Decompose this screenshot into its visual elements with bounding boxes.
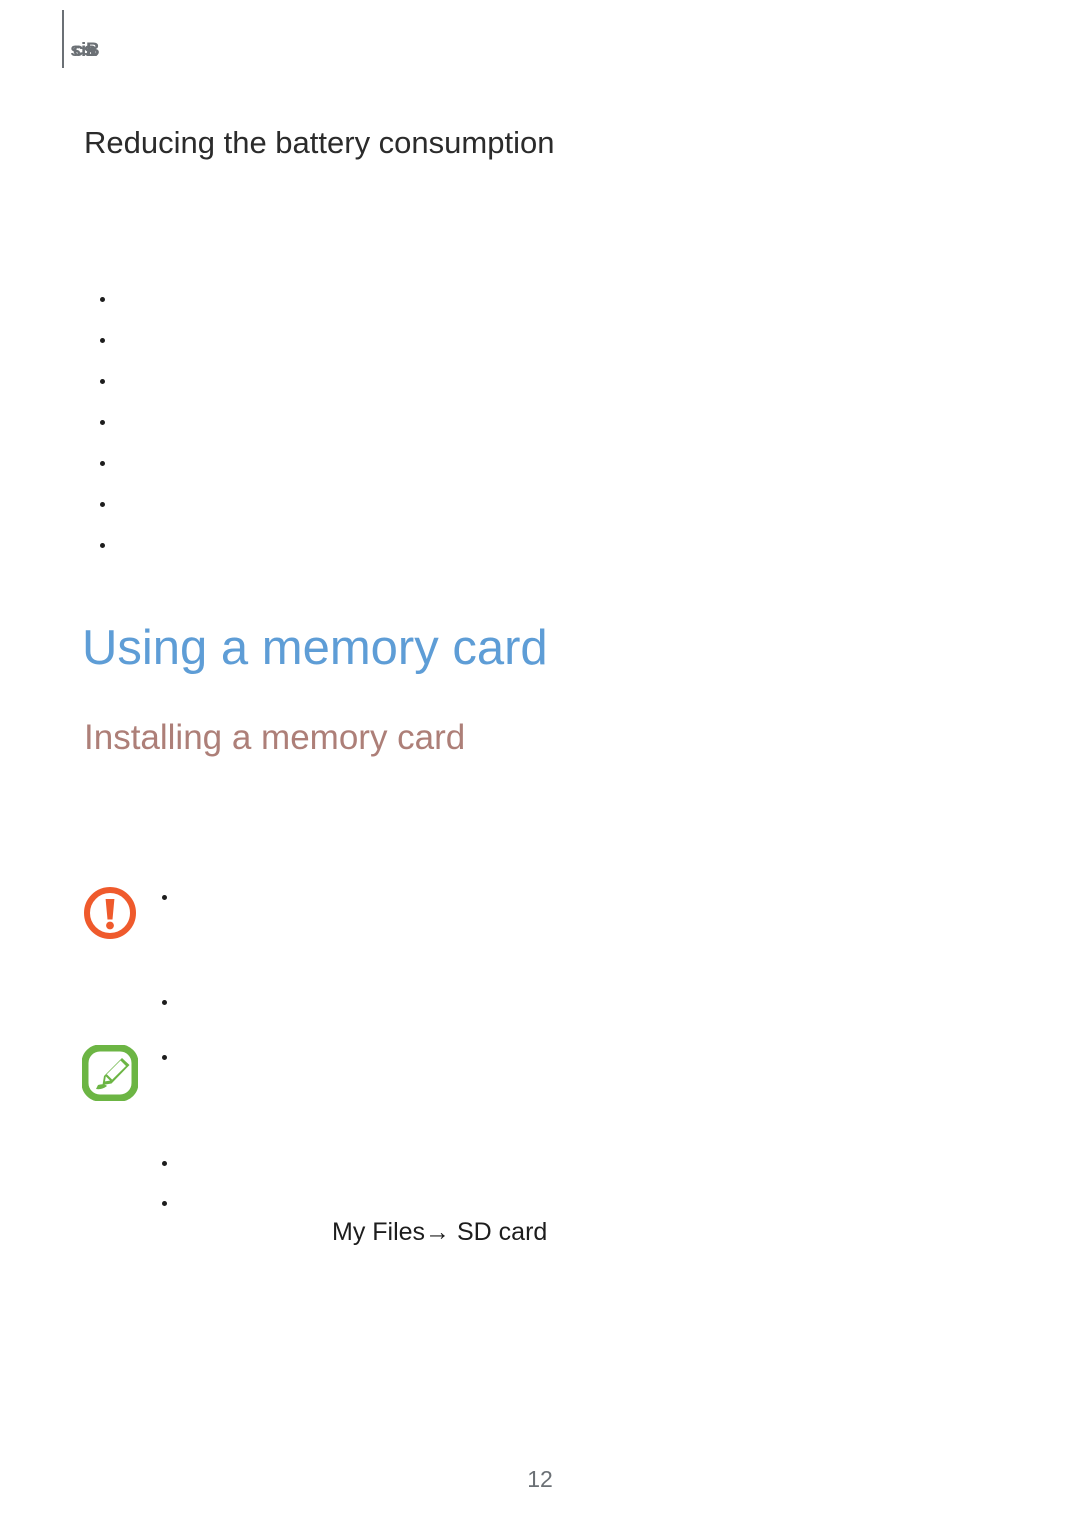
list-bullet [100,543,105,548]
note-path-value: My Files→ SD card [332,1218,548,1246]
list-bullet [100,297,105,302]
list-bullet [162,1161,167,1166]
header-rule [62,10,64,68]
list-bullet [162,1000,167,1005]
list-bullet [162,1201,167,1206]
note-icon [82,1045,138,1101]
list-bullet [162,1055,167,1060]
page-number: 12 [527,1466,553,1492]
list-bullet [100,502,105,507]
heading-using-memory-card: Using a memory card [82,621,548,675]
list-bullet [100,461,105,466]
heading-reducing-battery: Reducing the battery consumption [84,125,555,160]
heading-installing-memory-card: Installing a memory card [84,718,466,757]
list-bullet [100,338,105,343]
page-header: Basics [62,10,99,68]
list-bullet [100,379,105,384]
list-bullet [162,895,167,900]
list-bullet [100,420,105,425]
warning-icon [82,885,138,941]
